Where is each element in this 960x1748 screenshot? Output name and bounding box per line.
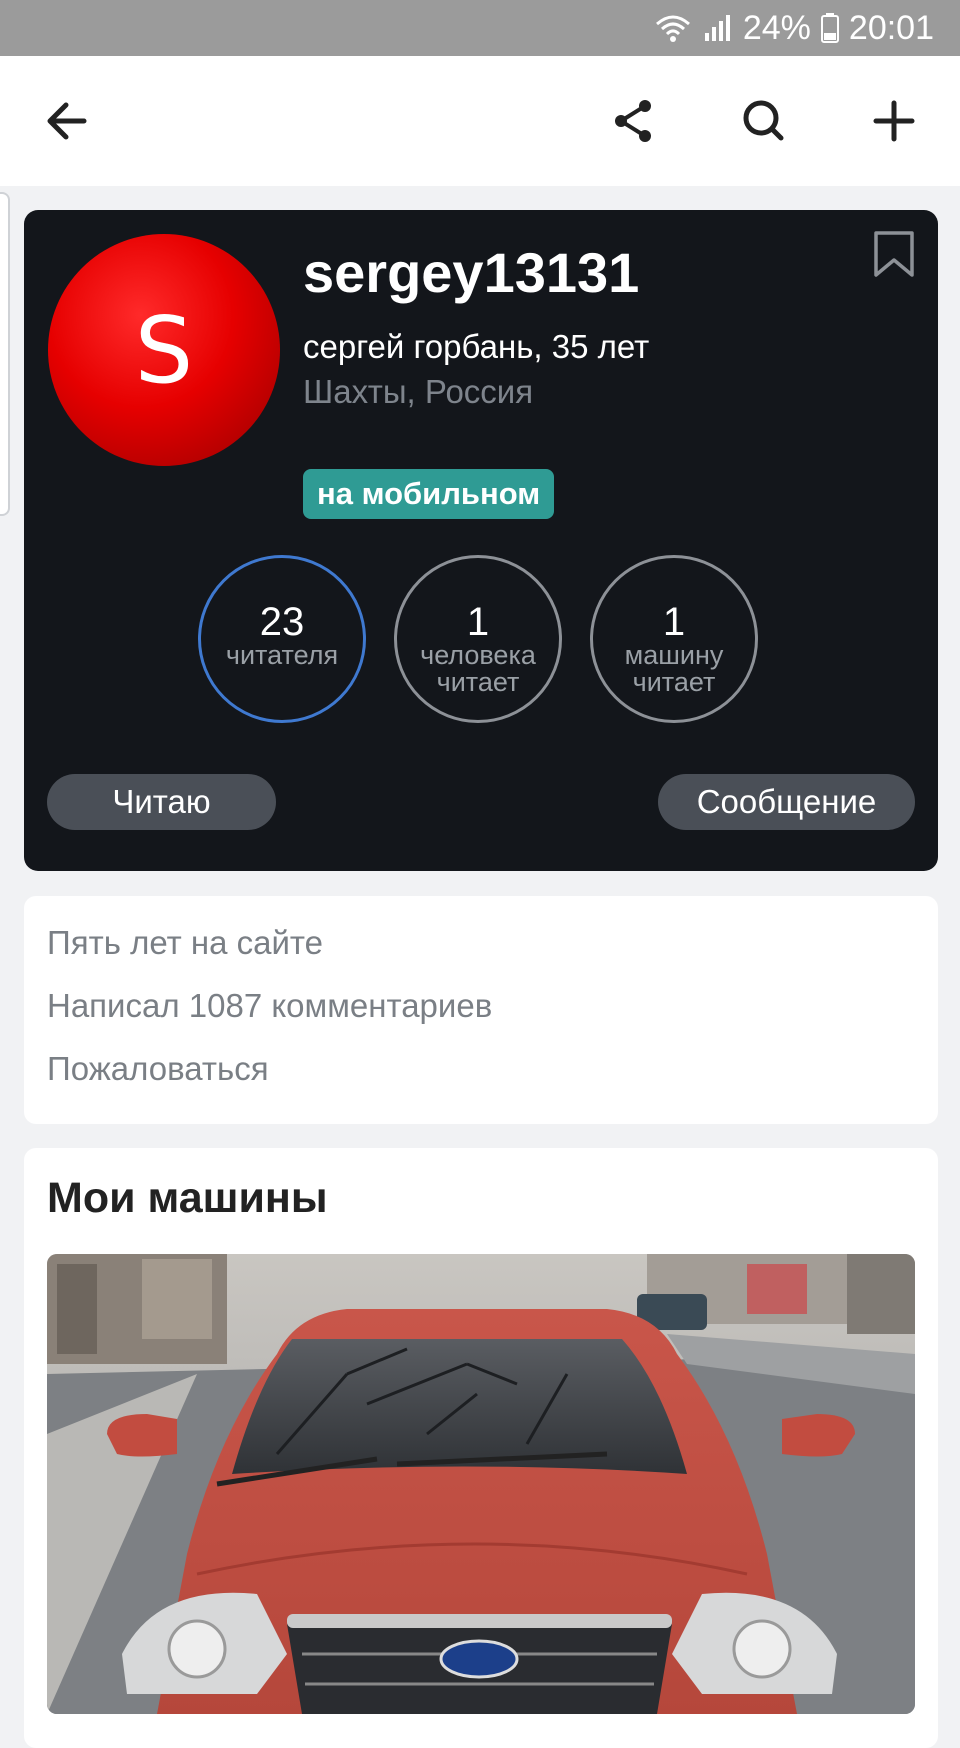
location: Шахты, Россия (303, 373, 534, 410)
following-cars-stat[interactable]: 1 машину читает (590, 555, 758, 723)
profile-card: S sergey13131 сергей горбань, 35 лет Шах… (24, 210, 938, 871)
clock: 20:01 (848, 8, 934, 47)
avatar[interactable]: S (48, 234, 280, 466)
following-people-count: 1 (466, 600, 490, 644)
following-people-label: человека читает (420, 640, 536, 697)
readers-label: читателя (225, 640, 339, 670)
plus-icon[interactable] (862, 89, 926, 153)
wifi-icon (653, 12, 693, 44)
back-arrow-icon[interactable] (34, 89, 98, 153)
car-photo-illustration (47, 1254, 915, 1714)
battery-icon (820, 13, 839, 43)
following-cars-label: машину читает (624, 640, 724, 697)
car-photo[interactable] (47, 1254, 915, 1714)
side-drawer-handle[interactable] (0, 192, 10, 516)
bookmark-icon[interactable] (872, 230, 916, 283)
following-cars-count: 1 (662, 600, 686, 644)
readers-count: 23 (259, 600, 305, 644)
signal-icon (703, 13, 733, 43)
readers-stat[interactable]: 23 читателя (198, 555, 366, 723)
search-icon[interactable] (732, 89, 796, 153)
full-name: сергей горбань, 35 лет (303, 328, 650, 365)
report-link[interactable]: Пожаловаться (47, 1050, 269, 1088)
years-on-site: Пять лет на сайте (47, 924, 323, 961)
username: sergey13131 (303, 241, 640, 304)
avatar-letter: S (134, 296, 194, 404)
following-people-stat[interactable]: 1 человека читает (394, 555, 562, 723)
my-cars-card: Мои машины (24, 1148, 938, 1748)
share-icon[interactable] (601, 89, 665, 153)
battery-percent: 24% (742, 8, 811, 47)
app-bar (0, 56, 960, 186)
info-card: Пять лет на сайте Написал 1087 комментар… (24, 896, 938, 1124)
online-badge: на мобильном (303, 469, 555, 519)
my-cars-title: Мои машины (47, 1174, 328, 1222)
status-bar: 24% 20:01 (0, 0, 960, 56)
comments-count[interactable]: Написал 1087 комментариев (47, 987, 492, 1025)
follow-button[interactable]: Читаю (47, 774, 276, 830)
message-button[interactable]: Сообщение (658, 774, 915, 830)
